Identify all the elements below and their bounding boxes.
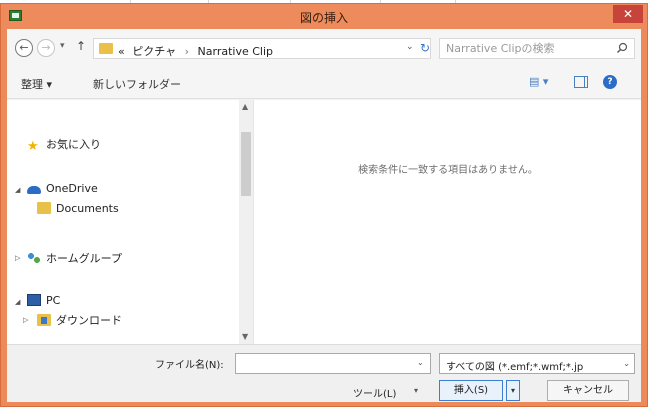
breadcrumb-separator[interactable]: ›: [185, 45, 189, 58]
search-icon[interactable]: [616, 42, 628, 54]
file-list-pane[interactable]: 検索条件に一致する項目はありません。: [253, 100, 641, 344]
cloud-icon: [27, 186, 41, 194]
tools-button[interactable]: ツール(L): [353, 385, 396, 400]
sidebar-item-downloads[interactable]: ダウンロード: [37, 312, 122, 328]
dialog-body: ← → ▾ ↑ « ピクチャ › Narrative Clip ⌄ ↻ Narr…: [7, 29, 641, 402]
address-bar[interactable]: « ピクチャ › Narrative Clip ⌄ ↻: [93, 38, 431, 59]
sidebar-item-label: OneDrive: [46, 182, 98, 195]
downloads-folder-icon: [37, 314, 51, 326]
tools-dropdown-icon[interactable]: ▾: [414, 386, 418, 395]
scroll-up-icon[interactable]: ▲: [242, 102, 248, 111]
insert-button[interactable]: 挿入(S): [439, 380, 503, 401]
file-type-select[interactable]: すべての図 (*.emf;*.wmf;*.jp ⌄: [439, 353, 635, 374]
sidebar-item-pc[interactable]: PC: [27, 294, 60, 307]
breadcrumb: « ピクチャ › Narrative Clip: [118, 43, 273, 59]
search-box: [439, 38, 635, 59]
sidebar-item-documents[interactable]: Documents: [37, 202, 119, 215]
title-bar[interactable]: 図の挿入 ✕: [1, 4, 647, 29]
empty-results-message: 検索条件に一致する項目はありません。: [358, 165, 538, 176]
close-button[interactable]: ✕: [613, 5, 643, 23]
filename-input[interactable]: [235, 353, 431, 374]
preview-pane-icon[interactable]: [574, 76, 588, 88]
folder-icon: [37, 202, 51, 214]
sidebar-item-label: PC: [46, 294, 61, 307]
dialog-footer: ファイル名(N): ⌄ すべての図 (*.emf;*.wmf;*.jp ⌄ ツー…: [7, 344, 641, 402]
scroll-thumb[interactable]: [241, 132, 251, 196]
filename-label: ファイル名(N):: [155, 360, 224, 371]
refresh-icon[interactable]: ↻: [420, 41, 430, 55]
address-toolbar: ← → ▾ ↑ « ピクチャ › Narrative Clip ⌄ ↻: [7, 29, 641, 67]
expand-arrow-icon[interactable]: ▷: [23, 316, 28, 324]
expand-arrow-icon[interactable]: ◢: [15, 298, 20, 306]
address-dropdown-icon[interactable]: ⌄: [406, 42, 414, 52]
chevron-down-icon: ⌄: [623, 359, 630, 368]
up-button[interactable]: ↑: [76, 39, 86, 53]
sidebar-item-homegroup[interactable]: ホームグループ: [27, 250, 122, 266]
search-input[interactable]: [446, 41, 606, 56]
insert-picture-dialog: 図の挿入 ✕ ← → ▾ ↑ « ピクチャ › Narrative Clip ⌄…: [0, 3, 648, 407]
folder-icon: [99, 43, 113, 54]
change-view-button[interactable]: ▤ ▾: [529, 75, 555, 91]
organize-button[interactable]: 整理 ▾: [21, 76, 52, 92]
computer-icon: [27, 294, 41, 306]
new-folder-button[interactable]: 新しいフォルダー: [93, 76, 181, 92]
sidebar-item-label: ホームグループ: [46, 252, 123, 265]
navigation-pane: ★ お気に入り ◢ OneDrive Documents ▷ ホームグループ ◢ …: [7, 100, 239, 344]
file-type-value: すべての図 (*.emf;*.wmf;*.jp: [446, 362, 584, 373]
breadcrumb-pictures[interactable]: ピクチャ: [132, 45, 176, 58]
cancel-button[interactable]: キャンセル: [547, 380, 629, 401]
navigation-scrollbar[interactable]: ▲ ▼: [239, 100, 253, 344]
breadcrumb-overflow[interactable]: «: [118, 45, 125, 58]
sidebar-item-onedrive[interactable]: OneDrive: [27, 182, 98, 195]
sidebar-item-label: ダウンロード: [56, 314, 122, 327]
filename-dropdown-icon[interactable]: ⌄: [417, 358, 424, 367]
sidebar-item-label: Documents: [56, 202, 119, 215]
expand-arrow-icon[interactable]: ▷: [15, 254, 20, 262]
insert-options-button[interactable]: ▾: [506, 380, 520, 401]
back-button[interactable]: ←: [15, 39, 33, 57]
star-icon: ★: [27, 139, 39, 154]
homegroup-icon: [27, 252, 41, 264]
recent-locations-dropdown[interactable]: ▾: [60, 41, 65, 51]
sidebar-item-label: お気に入り: [46, 138, 101, 151]
command-bar: 整理 ▾ 新しいフォルダー ▤ ▾ ?: [7, 67, 641, 99]
help-icon[interactable]: ?: [603, 75, 617, 89]
sidebar-item-favorites[interactable]: ★ お気に入り: [27, 136, 101, 153]
dialog-title: 図の挿入: [299, 11, 348, 25]
breadcrumb-narrative-clip[interactable]: Narrative Clip: [198, 45, 273, 58]
expand-arrow-icon[interactable]: ◢: [15, 186, 20, 194]
forward-button[interactable]: →: [37, 39, 55, 57]
scroll-down-icon[interactable]: ▼: [242, 332, 248, 341]
